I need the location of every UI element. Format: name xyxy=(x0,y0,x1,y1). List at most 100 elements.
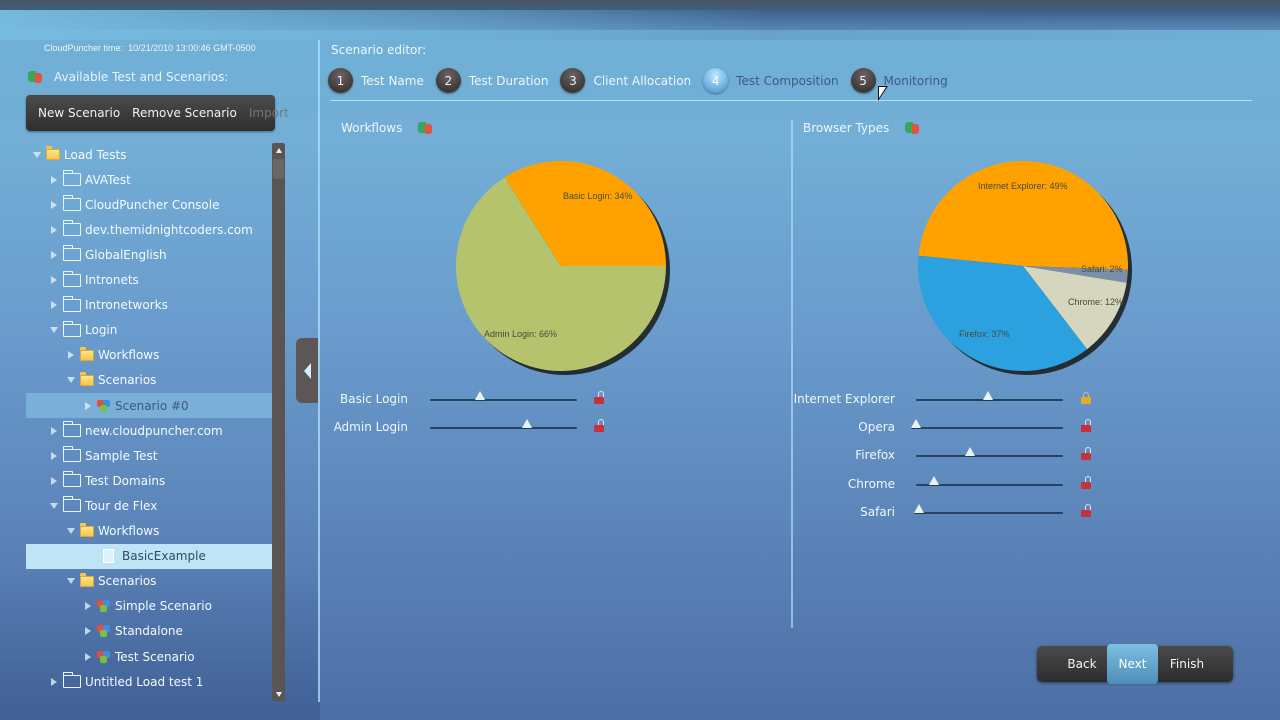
unlock-icon[interactable] xyxy=(1081,447,1091,461)
slider-track[interactable] xyxy=(916,455,1063,458)
pie-slice-internet-explorer[interactable] xyxy=(918,160,1128,270)
wizard-steps: 1 Test Name 2 Test Duration 3 Client Allocati… xyxy=(328,68,960,93)
tree-item-label: Load Tests xyxy=(64,147,127,162)
workflows-refresh-icon[interactable] xyxy=(418,121,433,135)
slider-thumb[interactable] xyxy=(965,447,976,457)
finish-button[interactable]: Finish xyxy=(1161,646,1213,682)
workflows-title: Workflows xyxy=(341,121,403,135)
slider-thumb[interactable] xyxy=(913,503,924,513)
tree-item-label: Test Scenario xyxy=(115,649,195,664)
tree-item[interactable]: Load Tests xyxy=(26,142,272,167)
step-label: Test Composition xyxy=(736,73,839,88)
chevron-right-icon[interactable] xyxy=(49,300,59,310)
slider-thumb[interactable] xyxy=(928,475,939,485)
slider-row: Chrome xyxy=(0,474,1280,494)
chevron-right-icon[interactable] xyxy=(66,350,76,360)
available-tests-label: Available Test and Scenarios: xyxy=(54,70,229,84)
chevron-right-icon[interactable] xyxy=(83,601,93,611)
tree-item[interactable]: Intronetworks xyxy=(26,293,272,318)
tree-item-label: Workflows xyxy=(98,348,160,363)
tree-item[interactable]: Scenarios xyxy=(26,569,272,594)
folder-yellow-icon xyxy=(80,371,94,386)
slider-track[interactable] xyxy=(916,427,1063,430)
folder-yellow-icon xyxy=(80,522,94,537)
chevron-right-icon[interactable] xyxy=(49,200,59,210)
scroll-up-icon[interactable] xyxy=(272,143,285,157)
import-button[interactable]: Import xyxy=(249,106,289,120)
slider-row: Firefox xyxy=(0,445,1280,465)
next-button[interactable]: Next xyxy=(1107,644,1158,684)
scenario-icon xyxy=(97,625,111,638)
editor-title: Scenario editor: xyxy=(331,43,427,57)
browsers-pie-chart: Internet Explorer: 49% Safari: 2% Chrome: … xyxy=(917,160,1132,376)
wizard-step-2[interactable]: 2 Test Duration xyxy=(435,68,548,93)
scenario-icon xyxy=(97,650,111,663)
slider-track[interactable] xyxy=(916,511,1063,514)
tree-item-label: Login xyxy=(85,323,118,338)
tree-item[interactable]: Standalone xyxy=(26,619,272,644)
chevron-down-icon[interactable] xyxy=(32,150,42,160)
folder-icon xyxy=(62,672,81,689)
tree-item[interactable]: Simple Scenario xyxy=(26,594,272,619)
tree-item-label: Untitled Load test 1 xyxy=(85,674,204,689)
lock-icon[interactable] xyxy=(1081,392,1091,404)
wizard-step-1[interactable]: 1 Test Name xyxy=(328,68,424,93)
chevron-right-icon[interactable] xyxy=(49,225,59,235)
chevron-down-icon[interactable] xyxy=(66,375,76,385)
chevron-right-icon[interactable] xyxy=(49,175,59,185)
refresh-icon[interactable] xyxy=(28,70,42,84)
new-scenario-button[interactable]: New Scenario xyxy=(38,106,120,120)
chevron-right-icon[interactable] xyxy=(83,652,93,662)
tree-item[interactable]: dev.themidnightcoders.com xyxy=(26,217,272,242)
tree-item[interactable]: Untitled Load test 1 xyxy=(26,669,272,694)
chevron-right-icon[interactable] xyxy=(49,677,59,687)
slider-label: Firefox xyxy=(855,448,895,463)
tree-item[interactable]: BasicExample xyxy=(26,543,272,569)
folder-icon xyxy=(62,170,81,187)
tree-item[interactable]: Login xyxy=(26,318,272,343)
tree-item[interactable]: GlobalEnglish xyxy=(26,242,272,267)
chevron-right-icon[interactable] xyxy=(49,275,59,285)
workflows-pie-chart: Basic Login: 34% Admin Login: 66% xyxy=(455,160,670,376)
chevron-down-icon[interactable] xyxy=(66,526,76,536)
tree-item[interactable]: Workflows xyxy=(26,343,272,368)
unlock-icon[interactable] xyxy=(1081,475,1091,489)
back-button[interactable]: Back xyxy=(1059,646,1105,682)
step-number: 3 xyxy=(560,68,586,93)
unlock-icon[interactable] xyxy=(1081,503,1091,517)
chevron-down-icon[interactable] xyxy=(49,325,59,335)
tree-item-label: Workflows xyxy=(98,524,160,538)
chevron-right-icon[interactable] xyxy=(49,250,59,260)
step-number: 1 xyxy=(328,68,353,93)
wizard-step-4[interactable]: 4 Test Composition xyxy=(703,68,839,93)
scroll-thumb[interactable] xyxy=(273,159,284,179)
slider-label: Chrome xyxy=(847,476,895,491)
slider-label: Safari xyxy=(860,504,895,519)
tree-item-label: BasicExample xyxy=(122,549,206,564)
chevron-down-icon[interactable] xyxy=(66,576,76,586)
tree-item[interactable]: CloudPuncher Console xyxy=(26,192,272,217)
unlock-icon[interactable] xyxy=(1081,419,1091,433)
pie-label: Internet Explorer: 49% xyxy=(978,181,1068,191)
tree-item[interactable]: Test Scenario xyxy=(26,644,272,669)
browsers-refresh-icon[interactable] xyxy=(905,121,920,135)
slider-thumb[interactable] xyxy=(911,419,921,429)
tree-item-label: Scenarios xyxy=(98,373,157,388)
pie-label: Safari: 2% xyxy=(1081,264,1123,274)
remove-scenario-button[interactable]: Remove Scenario xyxy=(132,106,237,120)
wizard-step-3[interactable]: 3 Client Allocation xyxy=(560,68,691,93)
tree-item-label: Scenarios xyxy=(98,574,157,589)
slider-row: Internet Explorer xyxy=(0,389,1280,409)
tree-item[interactable]: AVATest xyxy=(26,167,272,192)
tree-item[interactable]: Intronets xyxy=(26,268,272,293)
wizard-step-5[interactable]: 5 Monitoring xyxy=(850,68,948,93)
folder-icon xyxy=(62,220,81,237)
window-top-band xyxy=(0,0,1280,40)
slider-thumb[interactable] xyxy=(983,391,994,400)
scroll-down-icon[interactable] xyxy=(272,687,285,701)
pie-label: Firefox: 37% xyxy=(959,329,1010,339)
tree-item[interactable]: Workflows xyxy=(26,519,272,544)
chevron-right-icon[interactable] xyxy=(83,626,93,636)
folder-yellow-icon xyxy=(80,346,94,361)
